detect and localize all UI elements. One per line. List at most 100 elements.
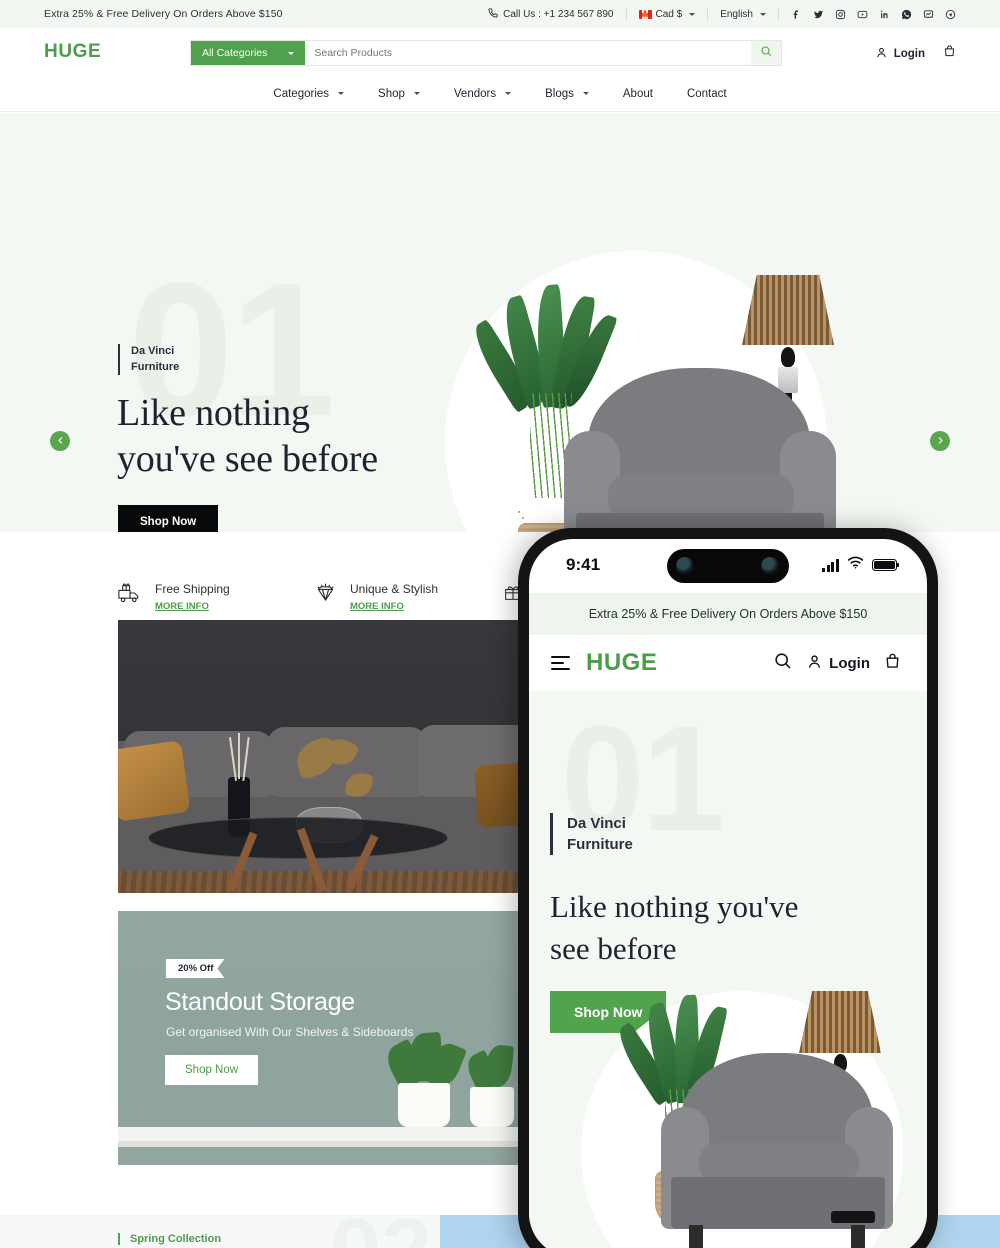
- call-us-label: Call Us : +1 234 567 890: [503, 8, 614, 20]
- reed-stick: [238, 733, 240, 779]
- currency-selector[interactable]: 🍁 Cad $: [638, 8, 696, 20]
- feature-unique-stylish[interactable]: Unique & Stylish MORE INFO: [314, 582, 438, 614]
- whatsapp-icon[interactable]: [901, 9, 912, 20]
- shelf-plant-pot: [398, 1083, 450, 1127]
- feature-text: Unique & Stylish MORE INFO: [350, 582, 438, 614]
- feature-more-info-link[interactable]: MORE INFO: [155, 601, 209, 612]
- top-announcement-bar: Extra 25% & Free Delivery On Orders Abov…: [0, 0, 1000, 28]
- mustard-pillow-left: [118, 740, 191, 822]
- divider-1: [625, 7, 627, 21]
- status-bar-indicators: [822, 556, 900, 574]
- page-root: Extra 25% & Free Delivery On Orders Abov…: [0, 0, 1000, 1248]
- chevron-down-icon: [689, 12, 696, 16]
- chevron-down-icon: [338, 92, 345, 95]
- chevron-down-icon: [760, 12, 766, 16]
- carousel-prev-button[interactable]: [50, 431, 70, 451]
- arrow-right-icon: [936, 432, 945, 450]
- hero-carousel: 01 Da Vinci Furniture Like nothing you'v…: [0, 113, 1000, 532]
- spring-collection-label: Spring Collection: [118, 1233, 221, 1245]
- linkedin-icon[interactable]: [879, 9, 890, 20]
- nav-item-categories[interactable]: Categories: [273, 87, 345, 100]
- plant-pot: [518, 511, 520, 513]
- hero-product-image: [0, 113, 1000, 532]
- phone-header-actions: Login: [773, 651, 901, 675]
- topbar-right-group: Call Us : +1 234 567 890 🍁 Cad $ English: [488, 7, 956, 21]
- armchair-leg: [689, 1225, 703, 1248]
- chevron-down-icon: [413, 92, 420, 95]
- search-icon: [760, 44, 772, 62]
- hamburger-menu-icon[interactable]: [551, 655, 570, 671]
- nav-item-vendors[interactable]: Vendors: [454, 88, 512, 100]
- site-logo[interactable]: HUGE: [44, 41, 101, 63]
- lamp-ornament: [781, 347, 795, 367]
- youtube-icon[interactable]: [857, 9, 868, 20]
- feature-title: Free Shipping: [155, 582, 230, 596]
- nav-item-contact[interactable]: Contact: [687, 88, 727, 100]
- lamp-crystal: [778, 367, 798, 393]
- divider-2: [707, 7, 709, 21]
- search-submit-button[interactable]: [751, 41, 781, 65]
- storage-shop-now-button[interactable]: Shop Now: [165, 1055, 259, 1085]
- carousel-next-button[interactable]: [930, 431, 950, 451]
- status-bar-time: 9:41: [566, 555, 601, 574]
- chevron-down-icon: [582, 92, 589, 95]
- user-icon: [806, 653, 823, 674]
- nav-item-about[interactable]: About: [623, 88, 653, 100]
- phone-header: HUGE Login: [529, 635, 927, 691]
- instagram-icon[interactable]: [835, 9, 846, 20]
- phone-screen: 9:41 Extra 25% & Free Delivery On Orders…: [529, 539, 927, 1248]
- diamond-icon: [314, 582, 337, 609]
- canada-flag-icon: 🍁: [638, 9, 652, 19]
- feature-title: Unique & Stylish: [350, 582, 439, 596]
- spring-slide-number: 02: [330, 1205, 432, 1248]
- phone-login-label: Login: [829, 654, 870, 672]
- main-navigation: Categories Shop Vendors Blogs About Cont…: [0, 76, 1000, 112]
- login-label: Login: [893, 47, 925, 60]
- glass-coffee-table: [148, 817, 448, 859]
- shelf-plant-leaf: [483, 1043, 515, 1089]
- search-icon[interactable]: [773, 651, 792, 675]
- language-selector[interactable]: English: [720, 9, 766, 20]
- phone-login-button[interactable]: Login: [806, 653, 870, 674]
- all-categories-label: All Categories: [202, 47, 268, 59]
- promo-text: Extra 25% & Free Delivery On Orders Abov…: [44, 8, 283, 20]
- twitter-icon[interactable]: [813, 9, 824, 20]
- feature-free-shipping[interactable]: Free Shipping MORE INFO: [118, 582, 230, 614]
- phone-status-bar: 9:41: [529, 539, 927, 593]
- nav-label: About: [622, 87, 653, 100]
- phone-site-logo[interactable]: HUGE: [586, 649, 657, 677]
- all-categories-dropdown[interactable]: All Categories: [191, 41, 306, 65]
- shopping-bag-icon[interactable]: [884, 652, 901, 675]
- delivery-truck-icon: [118, 582, 142, 609]
- chevron-down-icon: [288, 51, 295, 55]
- facebook-icon[interactable]: [791, 9, 802, 20]
- lamp-shade: [742, 275, 834, 345]
- storage-banner-title: Standout Storage: [165, 988, 355, 1016]
- lamp-base: [831, 1211, 875, 1223]
- phone-hero-product-image: [529, 691, 927, 1248]
- nav-label: Shop: [378, 87, 405, 100]
- lamp-shade: [799, 991, 881, 1053]
- nav-item-shop[interactable]: Shop: [378, 88, 420, 100]
- arrow-left-icon: [56, 432, 65, 450]
- login-button[interactable]: Login: [875, 46, 925, 62]
- feature-more-info-link[interactable]: MORE INFO: [350, 601, 404, 612]
- telegram-icon[interactable]: [945, 9, 956, 20]
- divider-3: [778, 7, 779, 21]
- language-label: English: [720, 8, 753, 20]
- nav-label: Blogs: [545, 87, 574, 100]
- nav-label: Contact: [686, 87, 727, 100]
- search-input[interactable]: [305, 41, 751, 65]
- nav-label: Categories: [273, 87, 330, 100]
- phone-icon: [488, 7, 498, 21]
- plant-pot: [522, 517, 524, 519]
- shelf-plant-pot: [470, 1087, 514, 1127]
- nav-item-blogs[interactable]: Blogs: [545, 88, 589, 100]
- phone-announcement-bar: Extra 25% & Free Delivery On Orders Abov…: [529, 593, 927, 635]
- social-links: [791, 9, 956, 20]
- messenger-icon[interactable]: [923, 9, 934, 20]
- cart-button[interactable]: [943, 44, 956, 63]
- currency-label: Cad $: [655, 8, 683, 20]
- wifi-icon: [847, 556, 864, 574]
- call-us-link[interactable]: Call Us : +1 234 567 890: [488, 7, 614, 21]
